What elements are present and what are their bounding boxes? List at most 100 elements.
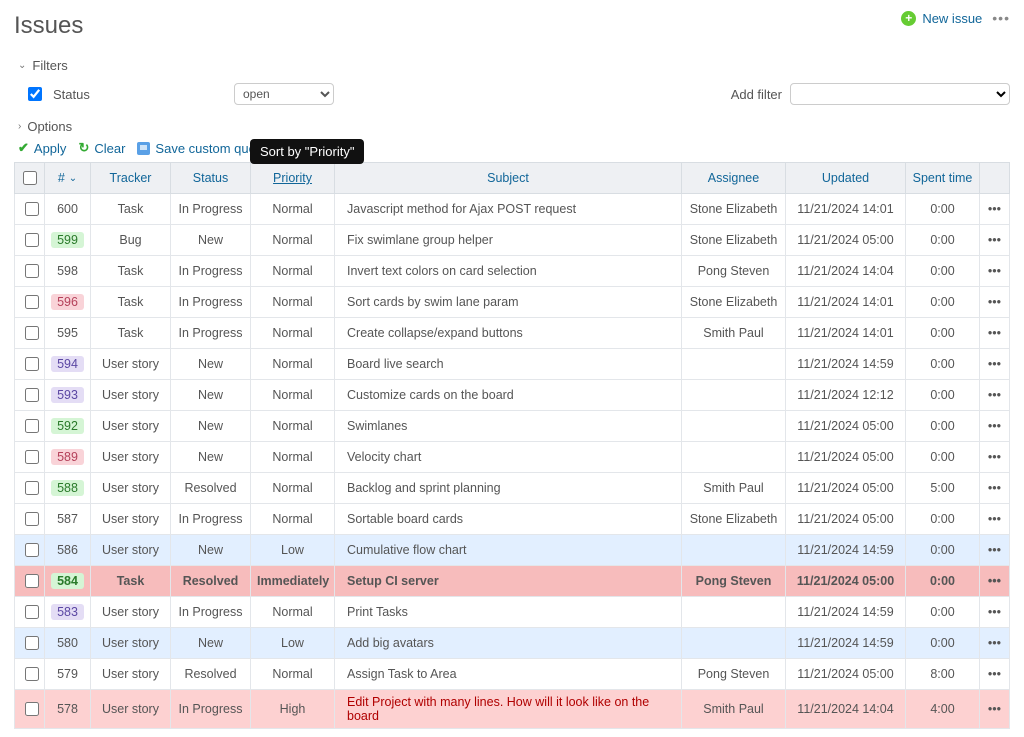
cell-subject[interactable]: Cumulative flow chart — [335, 535, 682, 566]
cell-subject[interactable]: Setup CI server — [335, 566, 682, 597]
cell-id[interactable]: 587 — [45, 504, 91, 535]
col-subject[interactable]: Subject — [335, 163, 682, 194]
row-actions-icon[interactable]: ••• — [980, 597, 1010, 628]
row-actions-icon[interactable]: ••• — [980, 659, 1010, 690]
row-checkbox[interactable] — [25, 326, 39, 340]
table-row[interactable]: 588User storyResolvedNormalBacklog and s… — [15, 473, 1010, 504]
cell-id[interactable]: 583 — [45, 597, 91, 628]
cell-id[interactable]: 593 — [45, 380, 91, 411]
row-actions-icon[interactable]: ••• — [980, 318, 1010, 349]
cell-id[interactable]: 598 — [45, 256, 91, 287]
cell-subject[interactable]: Swimlanes — [335, 411, 682, 442]
select-all-checkbox[interactable] — [23, 171, 37, 185]
row-checkbox[interactable] — [25, 543, 39, 557]
col-priority[interactable]: Priority — [251, 163, 335, 194]
cell-subject[interactable]: Fix swimlane group helper — [335, 225, 682, 256]
table-row[interactable]: 595TaskIn ProgressNormalCreate collapse/… — [15, 318, 1010, 349]
cell-id[interactable]: 588 — [45, 473, 91, 504]
row-actions-icon[interactable]: ••• — [980, 442, 1010, 473]
cell-id[interactable]: 595 — [45, 318, 91, 349]
table-row[interactable]: 580User storyNewLowAdd big avatars11/21/… — [15, 628, 1010, 659]
cell-subject[interactable]: Print Tasks — [335, 597, 682, 628]
table-row[interactable]: 583User storyIn ProgressNormalPrint Task… — [15, 597, 1010, 628]
page-actions-icon[interactable]: ••• — [992, 10, 1010, 26]
cell-id[interactable]: 578 — [45, 690, 91, 729]
row-checkbox[interactable] — [25, 574, 39, 588]
options-toggle[interactable]: › Options — [18, 119, 1010, 134]
cell-id[interactable]: 584 — [45, 566, 91, 597]
row-checkbox[interactable] — [25, 202, 39, 216]
row-checkbox[interactable] — [25, 450, 39, 464]
status-filter-value[interactable]: open — [234, 83, 334, 105]
row-actions-icon[interactable]: ••• — [980, 380, 1010, 411]
row-checkbox[interactable] — [25, 357, 39, 371]
row-actions-icon[interactable]: ••• — [980, 535, 1010, 566]
add-filter-select[interactable] — [790, 83, 1010, 105]
cell-subject[interactable]: Backlog and sprint planning — [335, 473, 682, 504]
cell-id[interactable]: 580 — [45, 628, 91, 659]
cell-subject[interactable]: Sortable board cards — [335, 504, 682, 535]
row-actions-icon[interactable]: ••• — [980, 287, 1010, 318]
cell-id[interactable]: 594 — [45, 349, 91, 380]
table-row[interactable]: 578User storyIn ProgressHighEdit Project… — [15, 690, 1010, 729]
row-checkbox[interactable] — [25, 264, 39, 278]
cell-id[interactable]: 589 — [45, 442, 91, 473]
row-checkbox[interactable] — [25, 605, 39, 619]
cell-subject[interactable]: Invert text colors on card selection — [335, 256, 682, 287]
cell-id[interactable]: 579 — [45, 659, 91, 690]
row-checkbox[interactable] — [25, 233, 39, 247]
cell-subject[interactable]: Create collapse/expand buttons — [335, 318, 682, 349]
table-row[interactable]: 587User storyIn ProgressNormalSortable b… — [15, 504, 1010, 535]
cell-subject[interactable]: Board live search — [335, 349, 682, 380]
row-checkbox[interactable] — [25, 512, 39, 526]
cell-id[interactable]: 599 — [45, 225, 91, 256]
save-query-button[interactable]: Save custom query — [137, 141, 266, 156]
cell-id[interactable]: 596 — [45, 287, 91, 318]
row-checkbox[interactable] — [25, 702, 39, 716]
table-row[interactable]: 600TaskIn ProgressNormalJavascript metho… — [15, 194, 1010, 225]
row-checkbox[interactable] — [25, 481, 39, 495]
table-row[interactable]: 592User storyNewNormalSwimlanes11/21/202… — [15, 411, 1010, 442]
row-actions-icon[interactable]: ••• — [980, 504, 1010, 535]
col-assignee[interactable]: Assignee — [682, 163, 786, 194]
table-row[interactable]: 594User storyNewNormalBoard live search1… — [15, 349, 1010, 380]
row-actions-icon[interactable]: ••• — [980, 690, 1010, 729]
table-row[interactable]: 589User storyNewNormalVelocity chart11/2… — [15, 442, 1010, 473]
cell-id[interactable]: 592 — [45, 411, 91, 442]
row-actions-icon[interactable]: ••• — [980, 256, 1010, 287]
new-issue-button[interactable]: + New issue — [901, 11, 982, 26]
cell-subject[interactable]: Edit Project with many lines. How will i… — [335, 690, 682, 729]
table-row[interactable]: 579User storyResolvedNormalAssign Task t… — [15, 659, 1010, 690]
table-row[interactable]: 596TaskIn ProgressNormalSort cards by sw… — [15, 287, 1010, 318]
row-actions-icon[interactable]: ••• — [980, 349, 1010, 380]
clear-button[interactable]: ↻ Clear — [78, 140, 125, 156]
row-checkbox[interactable] — [25, 388, 39, 402]
table-row[interactable]: 586User storyNewLowCumulative flow chart… — [15, 535, 1010, 566]
row-checkbox[interactable] — [25, 667, 39, 681]
cell-subject[interactable]: Sort cards by swim lane param — [335, 287, 682, 318]
cell-id[interactable]: 586 — [45, 535, 91, 566]
table-row[interactable]: 599BugNewNormalFix swimlane group helper… — [15, 225, 1010, 256]
row-actions-icon[interactable]: ••• — [980, 473, 1010, 504]
col-tracker[interactable]: Tracker — [91, 163, 171, 194]
status-filter-checkbox[interactable] — [28, 87, 42, 101]
row-checkbox[interactable] — [25, 636, 39, 650]
table-row[interactable]: 593User storyNewNormalCustomize cards on… — [15, 380, 1010, 411]
row-actions-icon[interactable]: ••• — [980, 628, 1010, 659]
row-actions-icon[interactable]: ••• — [980, 566, 1010, 597]
filters-toggle[interactable]: ⌄ Filters — [18, 58, 1010, 73]
row-actions-icon[interactable]: ••• — [980, 194, 1010, 225]
col-updated[interactable]: Updated — [786, 163, 906, 194]
row-checkbox[interactable] — [25, 295, 39, 309]
row-actions-icon[interactable]: ••• — [980, 411, 1010, 442]
col-id[interactable]: #⌄ — [45, 163, 91, 194]
cell-subject[interactable]: Velocity chart — [335, 442, 682, 473]
table-row[interactable]: 584TaskResolvedImmediatelySetup CI serve… — [15, 566, 1010, 597]
col-status[interactable]: Status — [171, 163, 251, 194]
apply-button[interactable]: ✔ Apply — [18, 140, 66, 156]
row-actions-icon[interactable]: ••• — [980, 225, 1010, 256]
cell-subject[interactable]: Customize cards on the board — [335, 380, 682, 411]
cell-subject[interactable]: Assign Task to Area — [335, 659, 682, 690]
cell-id[interactable]: 600 — [45, 194, 91, 225]
table-row[interactable]: 598TaskIn ProgressNormalInvert text colo… — [15, 256, 1010, 287]
